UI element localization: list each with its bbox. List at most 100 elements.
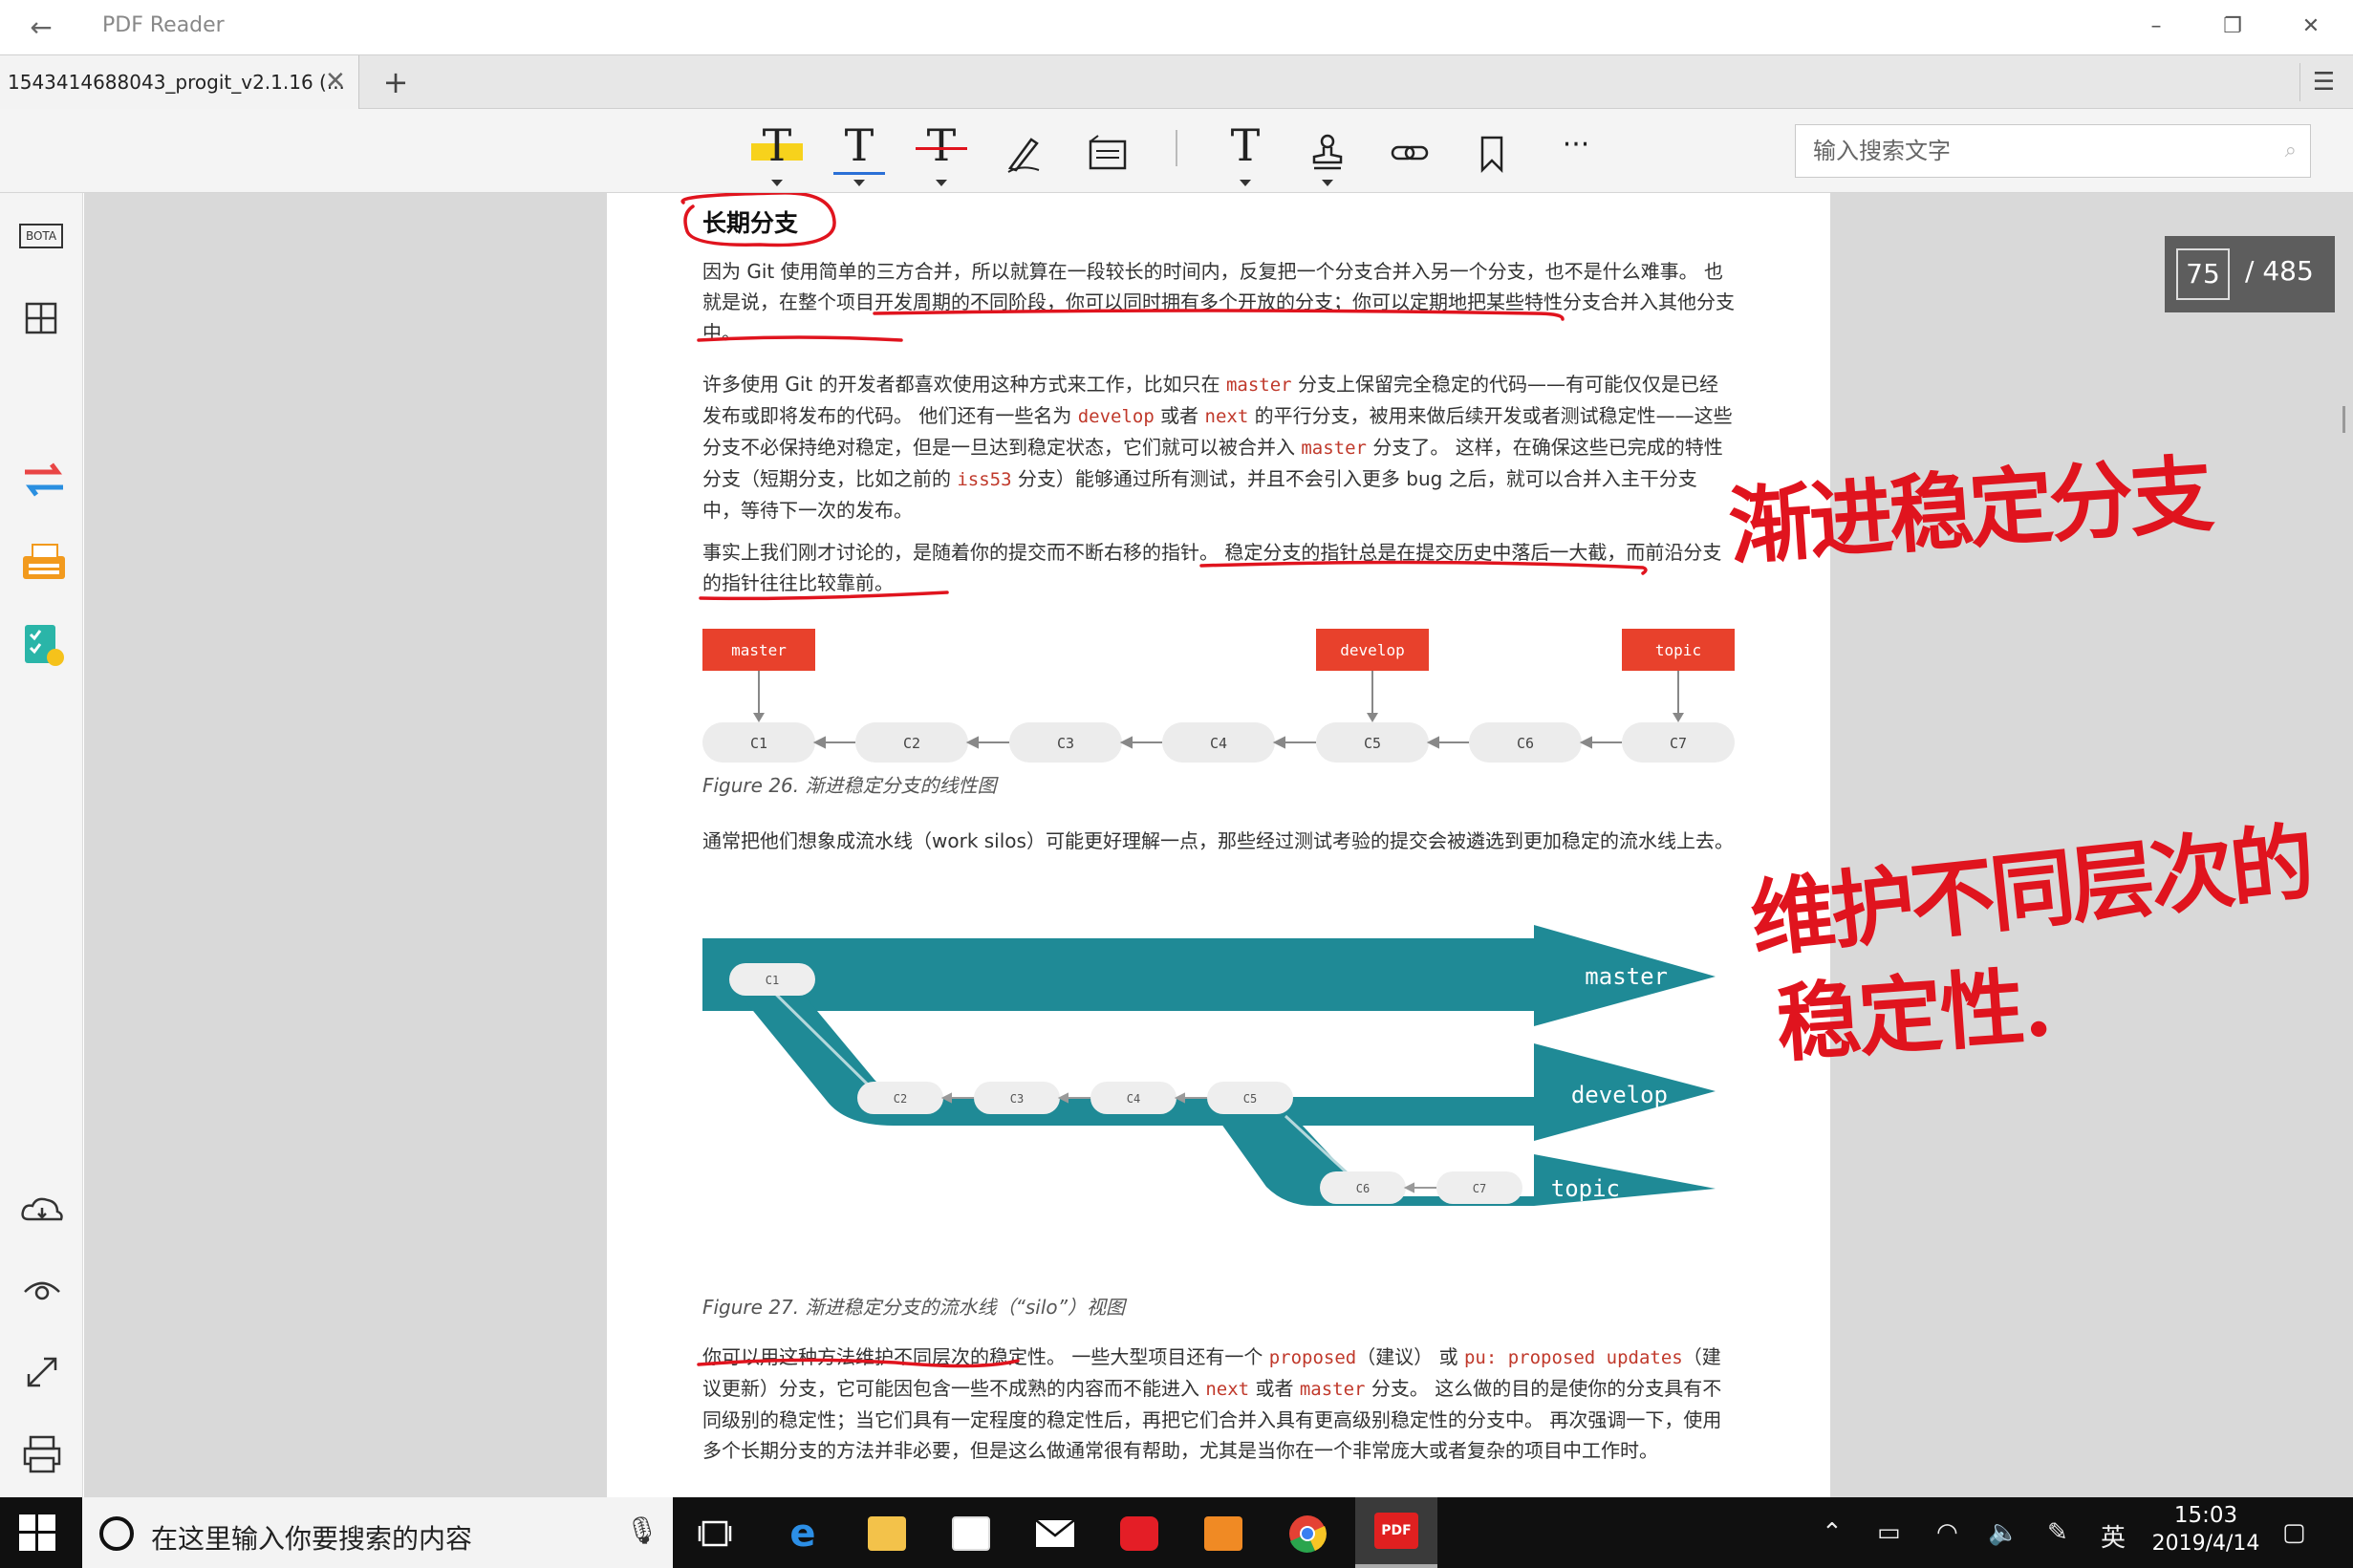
code-master: master <box>1301 438 1367 459</box>
commit-label: C5 <box>1364 735 1381 752</box>
chevron-down-icon[interactable] <box>771 180 783 186</box>
store-icon[interactable] <box>940 1507 1002 1560</box>
app-title: PDF Reader <box>102 13 225 37</box>
pdf-reader-taskbar-button[interactable]: PDF <box>1355 1497 1437 1568</box>
commit-label: C1 <box>750 735 767 752</box>
more-tools-button[interactable]: ··· <box>1543 118 1609 183</box>
strikethrough-text-tool[interactable]: T <box>908 118 975 186</box>
notifications-icon[interactable]: ▢ <box>2282 1518 2306 1547</box>
windows-start-icon[interactable] <box>19 1514 55 1551</box>
stamp-icon <box>1312 134 1343 170</box>
minimize-button[interactable]: – <box>2137 10 2175 44</box>
wifi-icon[interactable]: ◠ <box>1936 1518 1958 1547</box>
commit-label: C3 <box>1010 1092 1024 1106</box>
netease-music-icon[interactable] <box>1109 1507 1170 1560</box>
bota-icon[interactable]: BOTA <box>19 216 63 260</box>
thumbnails-icon[interactable] <box>19 296 63 340</box>
new-tab-button[interactable]: + <box>371 63 421 101</box>
commit-label: C1 <box>766 974 779 987</box>
note-icon <box>1089 135 1127 170</box>
text-run: 许多使用 Git 的开发者都喜欢使用这种方式来工作，比如只在 <box>702 373 1226 396</box>
taskbar-search-text: 在这里输入你要搜索的内容 <box>151 1523 473 1555</box>
chevron-down-icon[interactable] <box>1240 180 1251 186</box>
stamp-tool[interactable] <box>1294 118 1361 186</box>
text-run: （建议） 或 <box>1356 1345 1464 1368</box>
commit-label: C6 <box>1517 735 1534 752</box>
link-tool[interactable] <box>1376 118 1443 183</box>
clock-date: 2019/4/14 <box>2151 1532 2260 1556</box>
pen-tool[interactable] <box>990 118 1057 183</box>
underline-swatch <box>833 172 885 175</box>
clock-time: 15:03 <box>2173 1503 2238 1528</box>
convert-icon[interactable] <box>19 455 63 499</box>
chevron-up-icon[interactable]: ⌃ <box>1822 1518 1843 1547</box>
taskbar-search-box[interactable]: 在这里输入你要搜索的内容 🎙 <box>82 1497 673 1568</box>
bookmark-tool[interactable] <box>1458 118 1525 183</box>
menu-icon[interactable]: ☰ <box>2299 63 2347 101</box>
code-iss53: iss53 <box>957 469 1012 490</box>
close-button[interactable]: ✕ <box>2292 10 2330 44</box>
commit-label: C2 <box>903 735 920 752</box>
commit-label: C2 <box>894 1092 907 1106</box>
highlight-text-tool[interactable]: T <box>744 118 810 186</box>
chevron-down-icon[interactable] <box>936 180 947 186</box>
commit-label: C3 <box>1057 735 1074 752</box>
link-icon <box>1391 145 1429 161</box>
current-page-input[interactable]: 75 <box>2176 248 2230 300</box>
bookmark-icon <box>1480 136 1503 174</box>
commit-label: C4 <box>1210 735 1227 752</box>
commit-label: C6 <box>1356 1182 1370 1195</box>
chevron-down-icon[interactable] <box>853 180 865 186</box>
task-view-icon[interactable] <box>684 1507 745 1560</box>
document-tab[interactable]: 1543414688043_progit_v2.1.16 (... ✕ <box>0 55 359 109</box>
master-silo <box>702 925 1716 1026</box>
file-explorer-icon[interactable] <box>856 1507 917 1560</box>
paragraph-5: 你可以用这种方法维护不同层次的稳定性。 一些大型项目还有一个 proposed（… <box>702 1342 1735 1466</box>
fax-icon[interactable] <box>19 539 65 583</box>
search-icon[interactable]: ⌕ <box>2285 139 2297 162</box>
fig26-label-develop: develop <box>1340 641 1404 659</box>
figure-26-caption: Figure 26. 渐进稳定分支的线性图 <box>702 774 997 797</box>
vertical-scrollbar[interactable] <box>2342 406 2345 433</box>
back-arrow-icon[interactable]: ← <box>25 11 57 44</box>
cortana-icon[interactable] <box>99 1516 134 1551</box>
ime-indicator[interactable]: 英 <box>2101 1518 2126 1554</box>
print-icon[interactable] <box>19 1431 63 1475</box>
fullscreen-icon[interactable] <box>19 1349 63 1393</box>
chevron-down-icon[interactable] <box>1322 180 1333 186</box>
search-box[interactable]: ⌕ <box>1795 124 2311 178</box>
pen-workspace-icon[interactable]: ✎ <box>2047 1518 2068 1547</box>
tab-title: 1543414688043_progit_v2.1.16 (... <box>8 71 345 94</box>
mail-icon[interactable] <box>1025 1507 1086 1560</box>
underline-text-tool[interactable]: T <box>826 118 893 186</box>
silo-label-master: master <box>1585 963 1668 990</box>
page-counter: 75 / 485 <box>2165 236 2335 312</box>
code-next: next <box>1204 406 1249 427</box>
search-input[interactable] <box>1813 133 2253 169</box>
text-run: 或者 <box>1154 404 1205 427</box>
pdf-reader-app: ← PDF Reader – ❐ ✕ 1543414688043_progit_… <box>0 0 2353 1568</box>
bota-label: BOTA <box>19 224 63 248</box>
edge-icon[interactable]: e <box>772 1507 833 1560</box>
tab-bar: 1543414688043_progit_v2.1.16 (... ✕ + ☰ <box>0 54 2353 109</box>
battery-icon[interactable]: ▭ <box>1877 1518 1901 1547</box>
cloud-icon[interactable] <box>19 1187 63 1231</box>
code-next: next <box>1205 1379 1250 1400</box>
paragraph-2: 许多使用 Git 的开发者都喜欢使用这种方式来工作，比如只在 master 分支… <box>702 369 1735 526</box>
app-orange-icon[interactable] <box>1193 1507 1254 1560</box>
restore-button[interactable]: ❐ <box>2213 10 2252 44</box>
document-viewer[interactable]: 长期分支 因为 Git 使用简单的三方合并，所以就算在一段较长的时间内，反复把一… <box>84 193 2353 1497</box>
view-mode-icon[interactable] <box>19 1267 63 1311</box>
commit-label: C5 <box>1243 1092 1257 1106</box>
checklist-icon[interactable] <box>19 619 64 666</box>
fig26-label-master: master <box>731 641 787 659</box>
volume-muted-icon[interactable]: 🔈 <box>1988 1518 2018 1547</box>
area-note-tool[interactable] <box>1074 118 1141 183</box>
system-clock[interactable]: 15:03 2019/4/14 <box>2148 1503 2263 1556</box>
tab-close-icon[interactable]: ✕ <box>325 67 346 96</box>
title-bar: ← PDF Reader – ❐ ✕ <box>0 0 2353 54</box>
microphone-icon[interactable]: 🎙 <box>625 1514 659 1546</box>
chrome-icon[interactable] <box>1277 1507 1338 1560</box>
edge-glyph: e <box>789 1512 816 1556</box>
text-box-tool[interactable]: T <box>1212 118 1279 186</box>
